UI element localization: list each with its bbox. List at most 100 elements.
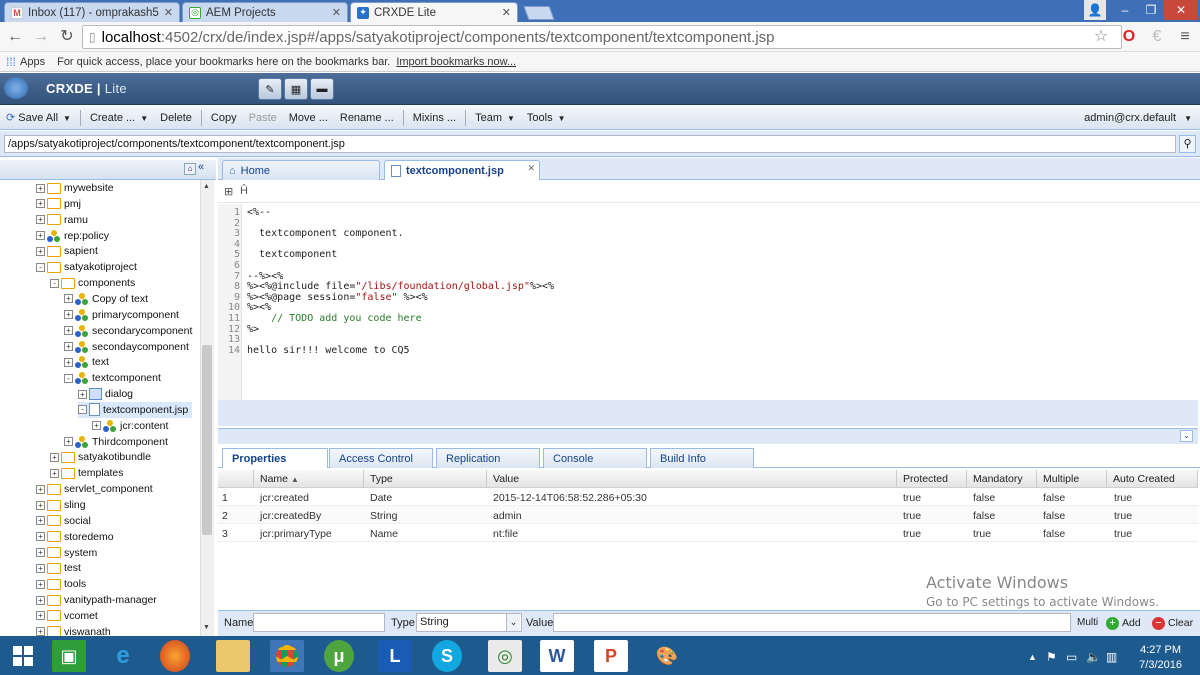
bookmark-star-icon[interactable]: ☆ [1092,28,1110,46]
code-line[interactable]: hello sir!!! welcome to CQ5 [247,345,410,357]
utorrent-icon[interactable]: μ [324,640,354,672]
tab-access-control[interactable]: Access Control [329,448,433,468]
delete-button[interactable]: Delete [154,112,198,124]
collapse-panel-icon[interactable]: « [198,161,212,175]
store-icon[interactable]: ▣ [52,640,86,672]
console-icon[interactable]: ▬ [310,78,334,100]
expand-node-icon[interactable]: + [64,342,73,351]
tree-scrollbar-thumb[interactable] [202,345,212,535]
expand-node-icon[interactable]: + [36,595,45,605]
opera-icon[interactable]: O [1120,28,1138,46]
expand-node-icon[interactable]: + [50,468,59,478]
expand-node-icon[interactable]: + [36,516,45,526]
battery-icon[interactable]: ▭ [1066,650,1077,664]
tree-node[interactable]: + pmj [36,196,81,212]
tab-crxde-lite[interactable]: ✦ CRXDE Lite ✕ [350,2,518,22]
word-icon[interactable]: W [540,640,574,672]
expand-node-icon[interactable]: + [64,310,73,320]
collapse-node-icon[interactable]: - [64,373,73,383]
tree-node[interactable]: + viswanath [36,624,111,636]
tree-node[interactable]: + secondarycomponent [64,323,192,339]
save-all-button[interactable]: ⟳ Save All ▼ [0,111,77,124]
paint-icon[interactable]: 🎨 [650,640,684,672]
tree-node[interactable]: + templates [50,465,124,481]
tree-node[interactable]: + Thirdcomponent [64,434,168,450]
column-type-header[interactable]: Type [364,470,487,488]
network-icon[interactable]: ▥ [1106,650,1117,664]
clear-button[interactable]: − Clear [1152,613,1193,633]
expand-node-icon[interactable]: + [36,563,45,573]
tree-node[interactable]: + system [36,545,97,561]
powerpoint-icon[interactable]: P [594,640,628,672]
tree-node[interactable]: - textcomponent.jsp [78,401,193,418]
paste-button[interactable]: Paste [243,112,283,124]
tree-node[interactable]: + sapient [36,243,98,259]
firefox-icon[interactable] [160,640,190,672]
expand-node-icon[interactable]: + [92,421,101,431]
create-button[interactable]: Create ... ▼ [84,112,154,124]
restore-icon[interactable]: ❐ [1138,0,1164,20]
expand-node-icon[interactable]: + [64,357,73,367]
system-clock[interactable]: 4:27 PM 7/3/2016 [1139,643,1182,673]
search-icon[interactable]: ⚲ [1179,135,1196,153]
tree-node[interactable]: + rep:policy [36,228,109,244]
code-content[interactable]: 1 <%-- 2 3 textcomponent component. 4 5 textc… [226,207,1200,398]
address-bar[interactable]: ▯ localhost:4502/crx/de/index.jsp#/apps/… [82,25,1122,49]
column-name-header[interactable]: Name ▲ [254,470,364,488]
tray-expand-icon[interactable]: ▲ [1028,652,1037,662]
column-auto-created-header[interactable]: Auto Created [1107,470,1198,488]
extension-icon[interactable]: € [1148,28,1166,46]
tree-node[interactable]: + dialog [78,386,133,402]
scroll-down-icon[interactable]: ▼ [203,624,210,631]
close-tab-icon[interactable]: ✕ [527,163,535,174]
file-explorer-icon[interactable] [216,640,250,672]
property-name-input[interactable] [253,613,385,632]
minimize-icon[interactable]: – [1112,0,1138,20]
column-multiple-header[interactable]: Multiple [1037,470,1107,488]
tree-node[interactable]: + Copy of text [64,291,148,307]
expand-node-icon[interactable]: + [36,579,45,589]
tab-aem-projects[interactable]: ◎ AEM Projects ✕ [182,2,348,22]
code-line[interactable]: // TODO add you code here [247,313,422,325]
expand-node-icon[interactable]: + [36,183,45,193]
forward-icon[interactable]: → [32,28,50,46]
collapse-node-icon[interactable]: - [50,278,59,288]
expand-node-icon[interactable]: + [36,548,45,558]
tree-node[interactable]: + text [64,354,109,370]
scroll-up-icon[interactable]: ▲ [203,183,210,190]
expand-node-icon[interactable]: + [64,294,73,304]
format-icon[interactable]: ⊞ [224,185,233,198]
collapse-node-icon[interactable]: - [36,262,45,272]
menu-icon[interactable]: ≡ [1176,28,1194,46]
tab-replication[interactable]: Replication [436,448,540,468]
tools-button[interactable]: Tools ▼ [521,112,572,124]
expand-node-icon[interactable]: + [36,484,45,494]
expand-node-icon[interactable]: + [36,199,45,209]
code-line[interactable]: %> [247,324,259,336]
code-line[interactable]: textcomponent [247,250,337,261]
path-input[interactable]: /apps/satyakotiproject/components/textco… [4,135,1176,153]
aem-taskbar-icon[interactable]: ◎ [488,640,522,672]
tree-node[interactable]: + mywebsite [36,180,114,196]
profile-icon[interactable]: 👤 [1084,0,1106,20]
lync-icon[interactable]: L [378,640,412,672]
expand-node-icon[interactable]: + [36,215,45,225]
window-close-icon[interactable]: ✕ [1164,0,1198,20]
package-icon[interactable]: ▦ [284,78,308,100]
column-protected-header[interactable]: Protected [897,470,967,488]
add-button[interactable]: + Add [1106,613,1141,633]
tree-node[interactable]: + tools [36,576,86,592]
chrome-taskbar-icon[interactable] [270,640,304,672]
column-mandatory-header[interactable]: Mandatory [967,470,1037,488]
back-icon[interactable]: ← [6,28,24,46]
rename-button[interactable]: Rename ... [334,112,400,124]
expand-node-icon[interactable]: + [36,231,45,241]
internet-explorer-icon[interactable]: e [106,640,140,672]
home-tree-icon[interactable]: ⌂ [184,163,196,175]
copy-button[interactable]: Copy [205,112,243,124]
action-center-flag-icon[interactable]: ⚑ [1046,650,1057,664]
expand-node-icon[interactable]: + [64,437,73,447]
tree-node[interactable]: + ramu [36,212,88,228]
collapse-node-icon[interactable]: - [78,405,87,415]
code-line[interactable]: <%-- [247,207,271,219]
